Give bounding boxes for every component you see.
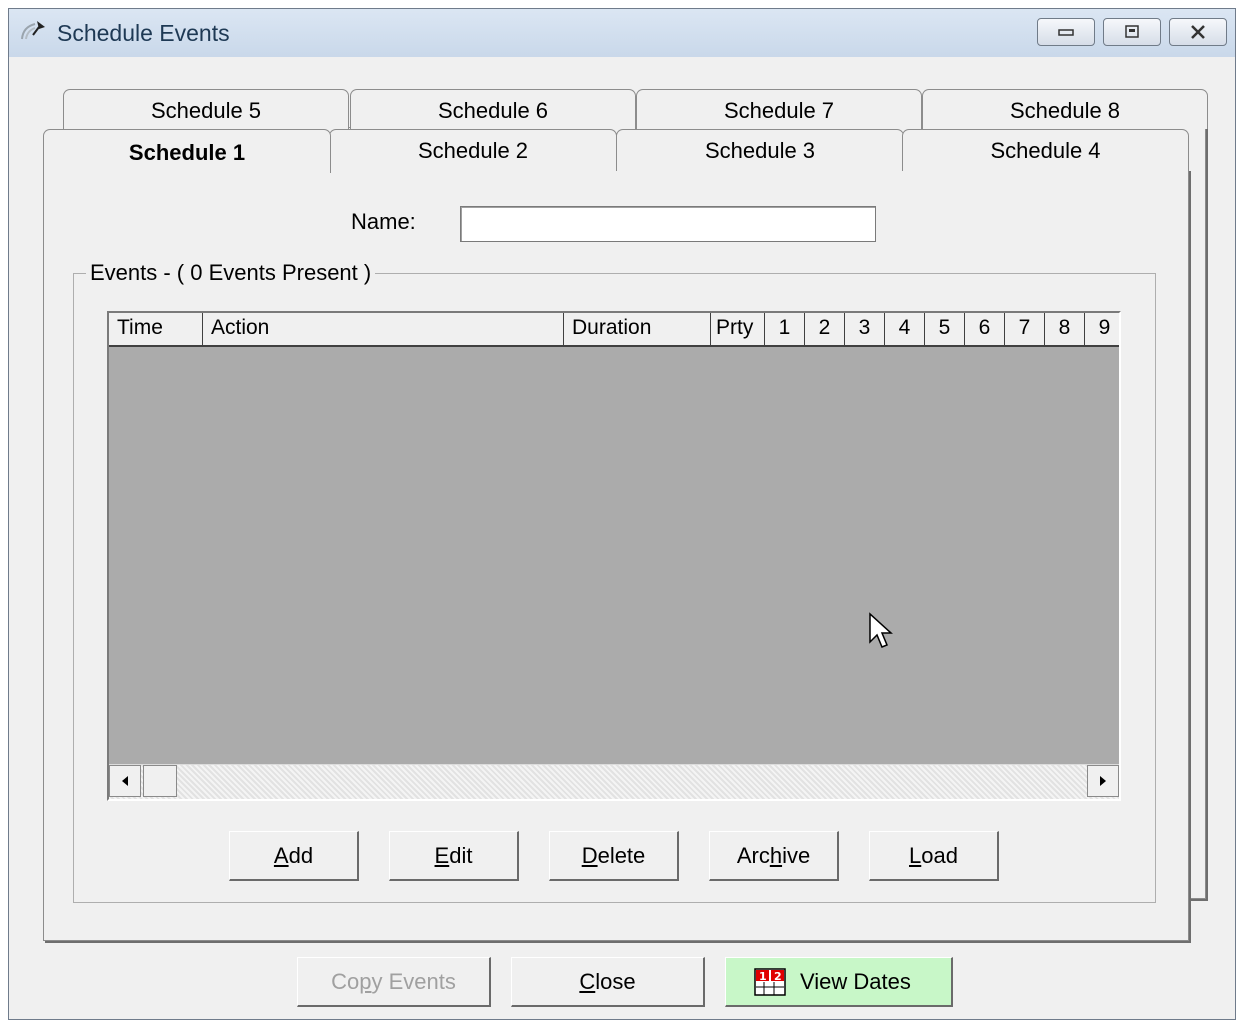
tab-label: Schedule 1	[128, 140, 246, 165]
tab-label: Schedule 6	[437, 98, 549, 123]
load-button[interactable]: Load	[869, 831, 999, 881]
archive-label-pre: Arc	[736, 842, 770, 868]
view-dates-label: View Dates	[800, 968, 911, 994]
column-header-3[interactable]: 3	[845, 313, 885, 345]
column-header-4[interactable]: 4	[885, 313, 925, 345]
mouse-cursor-icon	[869, 612, 893, 648]
tab-label: Schedule 7	[723, 98, 835, 123]
add-label-post: dd	[288, 842, 314, 868]
scroll-right-button[interactable]	[1087, 765, 1119, 797]
tab-schedule-8[interactable]: Schedule 8	[922, 89, 1208, 129]
archive-button[interactable]: Arc h ive	[709, 831, 839, 881]
add-button[interactable]: Add	[229, 831, 359, 881]
column-header-action[interactable]: Action	[203, 313, 564, 345]
load-label-post: oad	[921, 842, 958, 868]
delete-label-post: elete	[597, 842, 646, 868]
restore-icon	[1125, 25, 1139, 38]
column-header-7[interactable]: 7	[1005, 313, 1045, 345]
delete-label-key: D	[581, 842, 598, 868]
edit-label-key: E	[434, 842, 450, 868]
edit-button[interactable]: Edit	[389, 831, 519, 881]
delete-button[interactable]: Delete	[549, 831, 679, 881]
add-label-key: A	[273, 842, 289, 868]
load-label-key: L	[909, 842, 922, 868]
column-header-1[interactable]: 1	[765, 313, 805, 345]
grid-header: Time Action Duration Prty 1 2 3 4 5 6 7 …	[109, 313, 1119, 347]
copy-events-button[interactable]: Co p y Events	[297, 957, 491, 1007]
column-header-5[interactable]: 5	[925, 313, 965, 345]
window-title: Schedule Events	[57, 20, 230, 46]
events-grid[interactable]: Time Action Duration Prty 1 2 3 4 5 6 7 …	[107, 311, 1121, 801]
close-window-button[interactable]	[1169, 18, 1227, 46]
name-label: Name:	[351, 209, 416, 234]
archive-label-key: h	[769, 842, 783, 868]
restore-button[interactable]	[1103, 18, 1161, 46]
tab-label: Schedule 4	[990, 138, 1101, 163]
column-header-9[interactable]: 9	[1085, 313, 1119, 345]
column-header-6[interactable]: 6	[965, 313, 1005, 345]
column-header-duration[interactable]: Duration	[564, 313, 711, 345]
horizontal-scrollbar[interactable]	[109, 764, 1119, 799]
archive-label-post: ive	[782, 842, 811, 868]
close-icon	[1191, 25, 1205, 39]
copy-events-label-post: y Events	[371, 968, 456, 994]
satellite-dish-icon	[21, 21, 45, 40]
edit-label-post: dit	[449, 842, 473, 868]
arrow-right-icon	[1100, 776, 1106, 786]
scroll-thumb[interactable]	[143, 765, 177, 797]
calendar-icon-digit-2: 2	[774, 970, 782, 983]
calendar-icon-digit-1: 1	[759, 970, 767, 983]
column-header-2[interactable]: 2	[805, 313, 845, 345]
calendar-icon: 1 2	[754, 967, 786, 996]
column-header-time[interactable]: Time	[109, 313, 203, 345]
close-label-key: C	[579, 968, 596, 994]
column-header-8[interactable]: 8	[1045, 313, 1085, 345]
tab-schedule-2[interactable]: Schedule 2	[329, 129, 617, 171]
scroll-left-button[interactable]	[109, 765, 141, 797]
tab-label: Schedule 5	[150, 98, 262, 123]
title-bar[interactable]: Schedule Events	[9, 9, 1235, 57]
minimize-button[interactable]	[1037, 18, 1095, 46]
view-dates-button[interactable]: 1 2 View Dates	[725, 957, 953, 1007]
tab-schedule-7[interactable]: Schedule 7	[636, 89, 922, 129]
events-legend: Events - ( 0 Events Present )	[86, 260, 376, 286]
close-button[interactable]: Close	[511, 957, 705, 1007]
arrow-left-icon	[122, 776, 128, 786]
name-input[interactable]	[460, 206, 876, 242]
tab-schedule-6[interactable]: Schedule 6	[350, 89, 636, 129]
tab-schedule-4[interactable]: Schedule 4	[902, 129, 1189, 171]
schedule-events-window: Schedule Events Schedule 5 Schedule 6 Sc…	[8, 8, 1236, 1020]
tab-schedule-1[interactable]: Schedule 1	[43, 129, 331, 173]
close-label-post: lose	[595, 968, 636, 994]
copy-events-label-key: p	[359, 968, 372, 994]
minimize-icon	[1058, 29, 1074, 36]
copy-events-label-pre: Co	[331, 968, 360, 994]
tab-label: Schedule 8	[1009, 98, 1121, 123]
tab-schedule-5[interactable]: Schedule 5	[63, 89, 349, 129]
tab-label: Schedule 3	[704, 138, 816, 163]
column-header-prty[interactable]: Prty	[711, 313, 765, 345]
tab-schedule-3[interactable]: Schedule 3	[616, 129, 904, 171]
tab-label: Schedule 2	[417, 138, 529, 163]
